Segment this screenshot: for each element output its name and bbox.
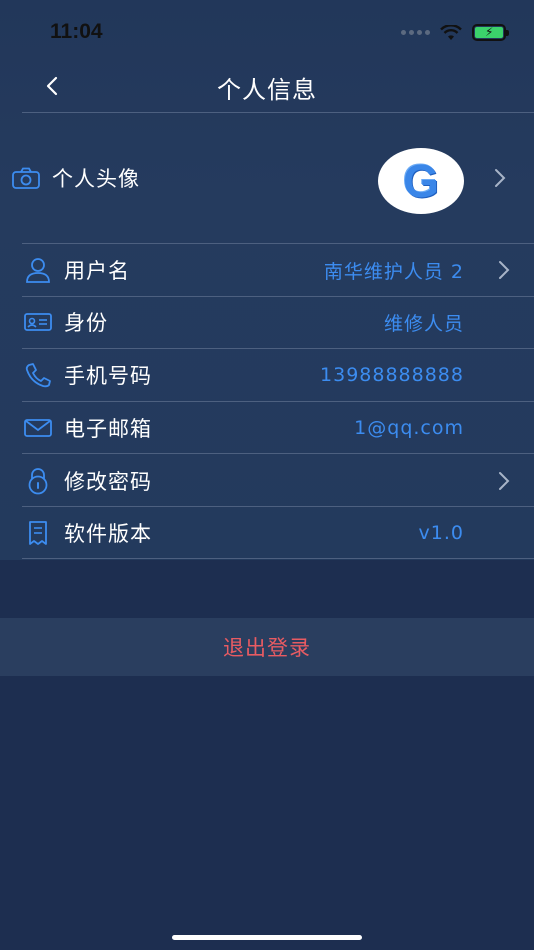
divider: [22, 296, 534, 297]
status-time: 11:04: [50, 20, 103, 43]
username-value: 南华维护人员 2: [323, 260, 464, 283]
version-row: 软件版本 v1.0: [22, 515, 534, 551]
logout-label: 退出登录: [223, 636, 311, 660]
email-label: 电子邮箱: [64, 417, 152, 441]
camera-icon: [10, 162, 42, 194]
document-icon: [22, 517, 54, 549]
status-bar: 11:04 ⚡: [0, 0, 534, 64]
email-row: 电子邮箱 1@qq.com: [22, 410, 534, 446]
status-icons: ⚡: [401, 24, 509, 41]
signal-icon: [401, 30, 430, 35]
nav-bar: 个人信息: [0, 60, 534, 112]
change-password-row[interactable]: 修改密码: [22, 463, 534, 499]
divider: [22, 348, 534, 349]
battery-icon: ⚡: [472, 24, 509, 41]
mail-icon: [22, 412, 54, 444]
user-icon: [22, 254, 54, 286]
avatar[interactable]: G: [378, 148, 464, 214]
logout-button[interactable]: 退出登录: [0, 618, 534, 676]
page-title: 个人信息: [217, 76, 317, 104]
divider: [22, 558, 534, 559]
phone-icon: [22, 359, 54, 391]
lock-icon: [22, 465, 54, 497]
chevron-right-icon: [490, 166, 510, 190]
username-label: 用户名: [64, 259, 130, 283]
identity-value: 维修人员: [383, 312, 464, 335]
chevron-right-icon: [494, 258, 514, 282]
phone-row: 手机号码 13988888888: [22, 357, 534, 393]
identity-label: 身份: [64, 311, 108, 335]
home-indicator[interactable]: [172, 935, 362, 940]
version-label: 软件版本: [64, 522, 152, 546]
change-password-label: 修改密码: [64, 470, 152, 494]
version-value: v1.0: [418, 522, 464, 544]
divider: [22, 453, 534, 454]
divider: [22, 401, 534, 402]
email-value: 1@qq.com: [354, 417, 464, 439]
divider: [22, 506, 534, 507]
identity-row: 身份 维修人员: [22, 304, 534, 340]
username-row[interactable]: 用户名 南华维护人员 2: [22, 252, 534, 288]
phone-label: 手机号码: [64, 364, 152, 388]
divider: [22, 243, 534, 244]
id-card-icon: [22, 306, 54, 338]
wifi-icon: [440, 24, 462, 40]
divider: [22, 112, 534, 113]
chevron-right-icon: [494, 469, 514, 493]
avatar-row-label: 个人头像: [52, 167, 140, 191]
phone-value: 13988888888: [320, 364, 464, 386]
avatar-letter: G: [403, 155, 439, 207]
